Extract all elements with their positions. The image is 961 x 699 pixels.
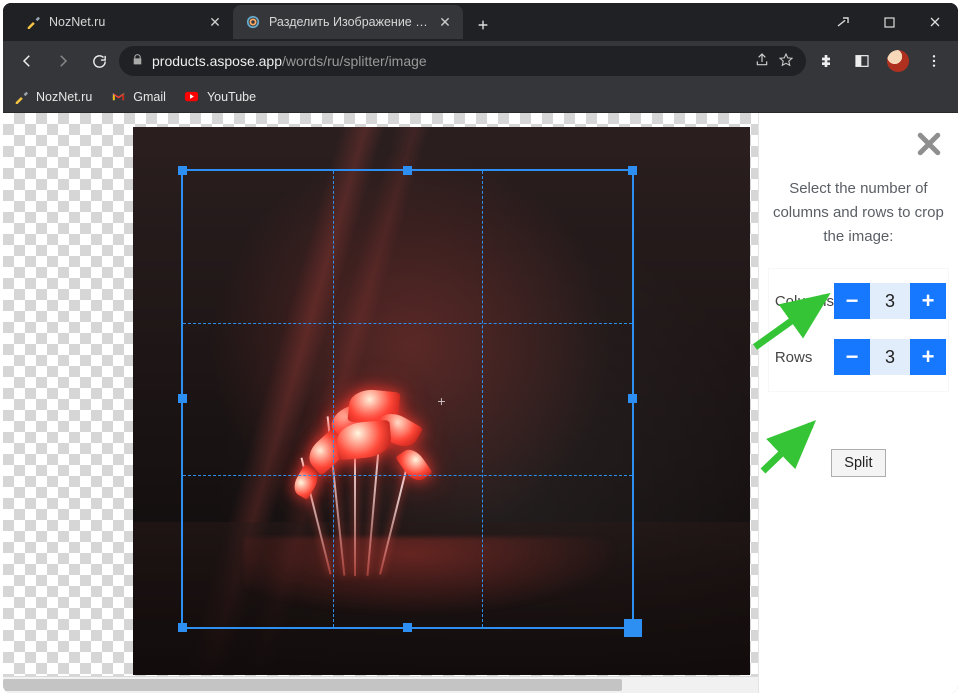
new-tab-button[interactable]: [469, 11, 497, 39]
profile-avatar[interactable]: [882, 45, 914, 77]
bookmark-gmail[interactable]: Gmail: [110, 89, 166, 105]
crop-handle[interactable]: [624, 619, 642, 637]
horizontal-scrollbar[interactable]: [3, 676, 758, 693]
bookmark-noznet[interactable]: NozNet.ru: [13, 89, 92, 105]
back-button[interactable]: [11, 45, 43, 77]
bookmark-label: Gmail: [133, 90, 166, 104]
rows-label: Rows: [771, 349, 813, 366]
titlebar: NozNet.ru ✕ Разделить Изображение На Час…: [3, 3, 958, 41]
tab-label: Разделить Изображение На Час: [269, 15, 429, 29]
close-window-button[interactable]: [912, 3, 958, 41]
grid-controls: Columns − 3 + Rows − 3 +: [769, 269, 948, 391]
extensions-icon[interactable]: [810, 45, 842, 77]
crop-handle[interactable]: [403, 623, 412, 632]
swirl-icon: [245, 14, 261, 30]
settings-panel: Select the number of columns and rows to…: [758, 113, 958, 693]
sidepanel-icon[interactable]: [846, 45, 878, 77]
bookmark-youtube[interactable]: YouTube: [184, 89, 256, 105]
tab-strip: NozNet.ru ✕ Разделить Изображение На Час…: [3, 5, 497, 39]
columns-label: Columns: [771, 293, 834, 310]
bookmark-label: NozNet.ru: [36, 90, 92, 104]
rows-control: Rows − 3 +: [771, 339, 946, 375]
canvas-area[interactable]: +: [3, 113, 758, 693]
crop-handle[interactable]: [178, 394, 187, 403]
wrench-icon: [25, 14, 41, 30]
youtube-icon: [184, 89, 200, 105]
share-icon[interactable]: [754, 52, 770, 71]
columns-decrement-button[interactable]: −: [834, 283, 870, 319]
close-icon[interactable]: ✕: [207, 14, 223, 30]
star-icon[interactable]: [778, 52, 794, 71]
address-bar[interactable]: products.aspose.app/words/ru/splitter/im…: [119, 46, 806, 76]
crop-handle[interactable]: [403, 166, 412, 175]
gmail-icon: [110, 89, 126, 105]
rows-decrement-button[interactable]: −: [834, 339, 870, 375]
crop-handle[interactable]: [628, 394, 637, 403]
crop-selection[interactable]: [181, 169, 634, 629]
columns-control: Columns − 3 +: [771, 283, 946, 319]
tab-aspose[interactable]: Разделить Изображение На Час ✕: [233, 5, 463, 39]
page-content: + Select the numb: [3, 113, 958, 693]
split-button[interactable]: Split: [831, 449, 885, 477]
forward-button[interactable]: [47, 45, 79, 77]
maximize-button[interactable]: [866, 3, 912, 41]
wrench-icon: [13, 89, 29, 105]
columns-value[interactable]: 3: [870, 283, 910, 319]
window-controls: [820, 3, 958, 41]
panel-helptext: Select the number of columns and rows to…: [771, 177, 946, 249]
toolbar: products.aspose.app/words/ru/splitter/im…: [3, 41, 958, 81]
url-text: products.aspose.app/words/ru/splitter/im…: [152, 53, 746, 69]
annotation-arrow-icon: [755, 413, 829, 477]
lock-icon: [131, 53, 144, 69]
close-icon[interactable]: ✕: [437, 14, 453, 30]
rows-increment-button[interactable]: +: [910, 339, 946, 375]
reload-button[interactable]: [83, 45, 115, 77]
close-panel-button[interactable]: [910, 125, 948, 163]
browser-window: NozNet.ru ✕ Разделить Изображение На Час…: [3, 3, 958, 693]
tab-noznet[interactable]: NozNet.ru ✕: [13, 5, 233, 39]
bookmark-label: YouTube: [207, 90, 256, 104]
bookmarks-bar: NozNet.ru Gmail YouTube: [3, 81, 958, 113]
rows-value[interactable]: 3: [870, 339, 910, 375]
crop-handle[interactable]: [178, 623, 187, 632]
crop-handle[interactable]: [628, 166, 637, 175]
minimize-button[interactable]: [820, 3, 866, 41]
columns-increment-button[interactable]: +: [910, 283, 946, 319]
menu-icon[interactable]: [918, 45, 950, 77]
crop-handle[interactable]: [178, 166, 187, 175]
tab-label: NozNet.ru: [49, 15, 199, 29]
